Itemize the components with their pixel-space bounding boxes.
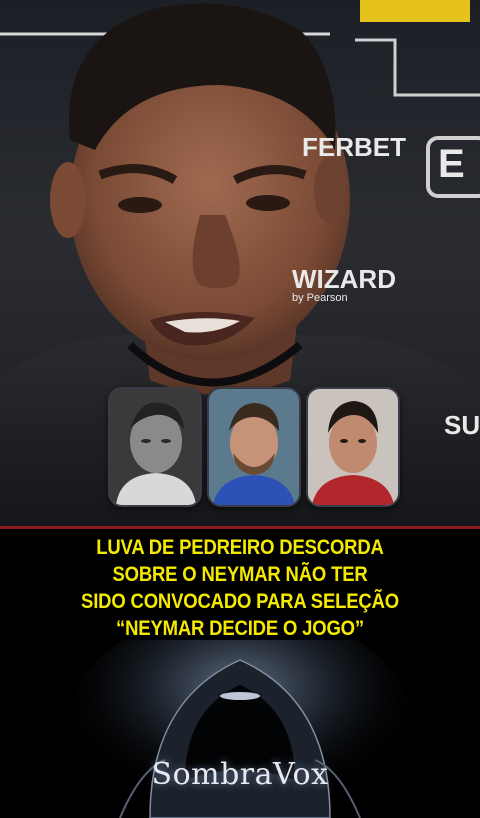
sponsor-wizard-sub: by Pearson (292, 292, 348, 304)
sponsor-wizard: WIZARD (292, 264, 396, 294)
caption-line-4: “NEYMAR DECIDE O JOGO” (116, 616, 364, 640)
neymar-portrait (108, 387, 202, 507)
headline-caption: LUVA DE PEDREIRO DESCORDA SOBRE O NEYMAR… (0, 534, 480, 642)
sponsor-ferbet: FERBET (302, 132, 406, 162)
sponsor-side: SU (444, 410, 480, 440)
caption-line-1: LUVA DE PEDREIRO DESCORDA (96, 535, 384, 559)
caption-line-2: SOBRE O NEYMAR NÃO TER (112, 562, 368, 586)
interview-photo: FERBET E WIZARD by Pearson SU (0, 0, 480, 528)
ronaldo-portrait (306, 387, 400, 507)
caption-line-3: SIDO CONVOCADO PARA SELEÇÃO (81, 589, 399, 613)
brand-name: SombraVox (151, 757, 329, 792)
red-divider (0, 526, 480, 529)
messi-portrait (207, 387, 301, 507)
sponsor-edge-logo: E (438, 142, 465, 186)
